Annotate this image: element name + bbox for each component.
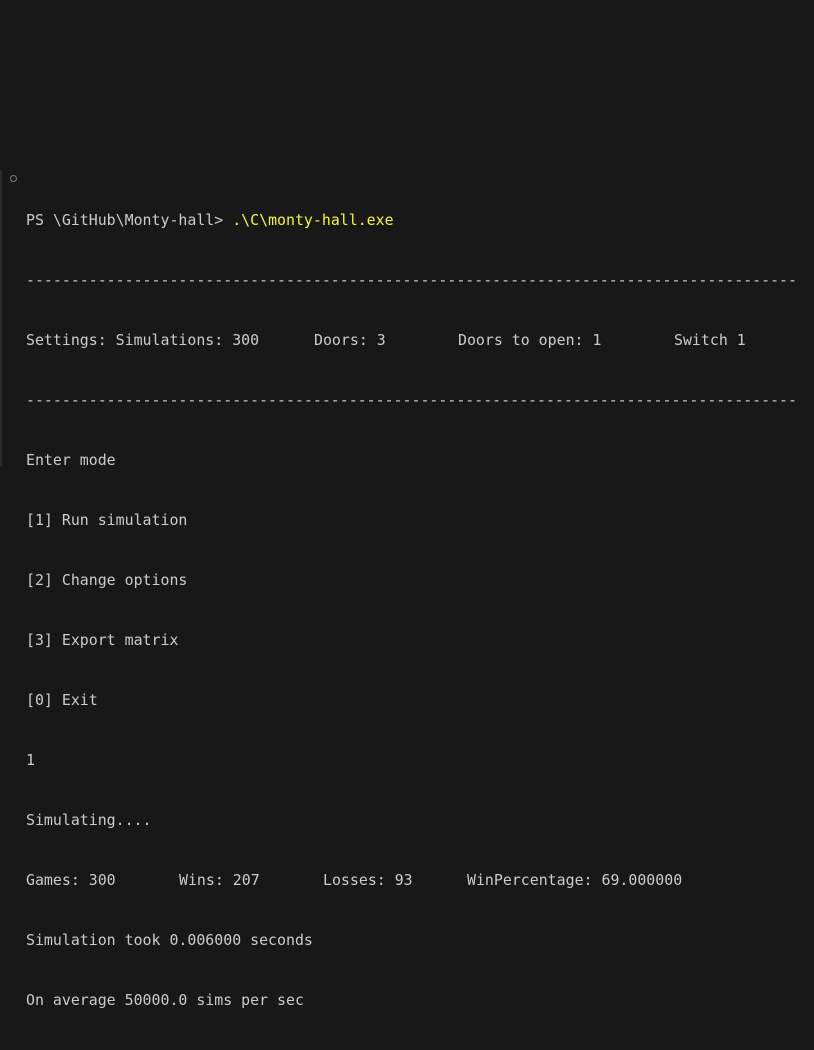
timing-line: Simulation took 0.006000 seconds: [26, 931, 313, 949]
result-losses: Losses: 93: [323, 871, 413, 889]
average-line: On average 50000.0 sims per sec: [26, 991, 304, 1009]
simulating-line: Simulating....: [26, 811, 152, 829]
settings-doors: Doors: 3: [314, 331, 386, 349]
prompt-text: PS \GitHub\Monty-hall>: [26, 211, 233, 229]
terminal-output: PS \GitHub\Monty-hall> .\C\monty-hall.ex…: [26, 170, 797, 1050]
result-games: Games: 300: [26, 871, 116, 889]
separator-bottom: ----------------------------------------…: [26, 391, 797, 409]
command-text: .\C\monty-hall.exe: [232, 211, 394, 229]
settings-switch: Switch 1: [674, 331, 746, 349]
prompt-line: PS \GitHub\Monty-hall> .\C\monty-hall.ex…: [26, 210, 797, 230]
settings-simulations: Settings: Simulations: 300: [26, 331, 260, 349]
command-status-circle-icon[interactable]: [10, 175, 17, 182]
command-gutter-line: [0, 170, 2, 466]
menu-item-export-matrix: [3] Export matrix: [26, 631, 179, 649]
result-win-percentage: WinPercentage: 69.000000: [467, 871, 683, 889]
menu-item-exit: [0] Exit: [26, 691, 98, 709]
settings-doors-to-open: Doors to open: 1: [458, 331, 602, 349]
terminal-panel[interactable]: PS \GitHub\Monty-hall> .\C\monty-hall.ex…: [0, 0, 814, 1009]
separator-top: ----------------------------------------…: [26, 271, 797, 289]
settings-line: Settings: Simulations: 300 Doors: 3 Doors …: [26, 330, 797, 350]
result-wins: Wins: 207: [179, 871, 260, 889]
menu-item-run-simulation: [1] Run simulation: [26, 511, 188, 529]
user-input-line: 1: [26, 751, 35, 769]
menu-title: Enter mode: [26, 451, 116, 469]
menu-item-change-options: [2] Change options: [26, 571, 188, 589]
results-line: Games: 300 Wins: 207 Losses: 93 WinPercenta…: [26, 870, 797, 890]
